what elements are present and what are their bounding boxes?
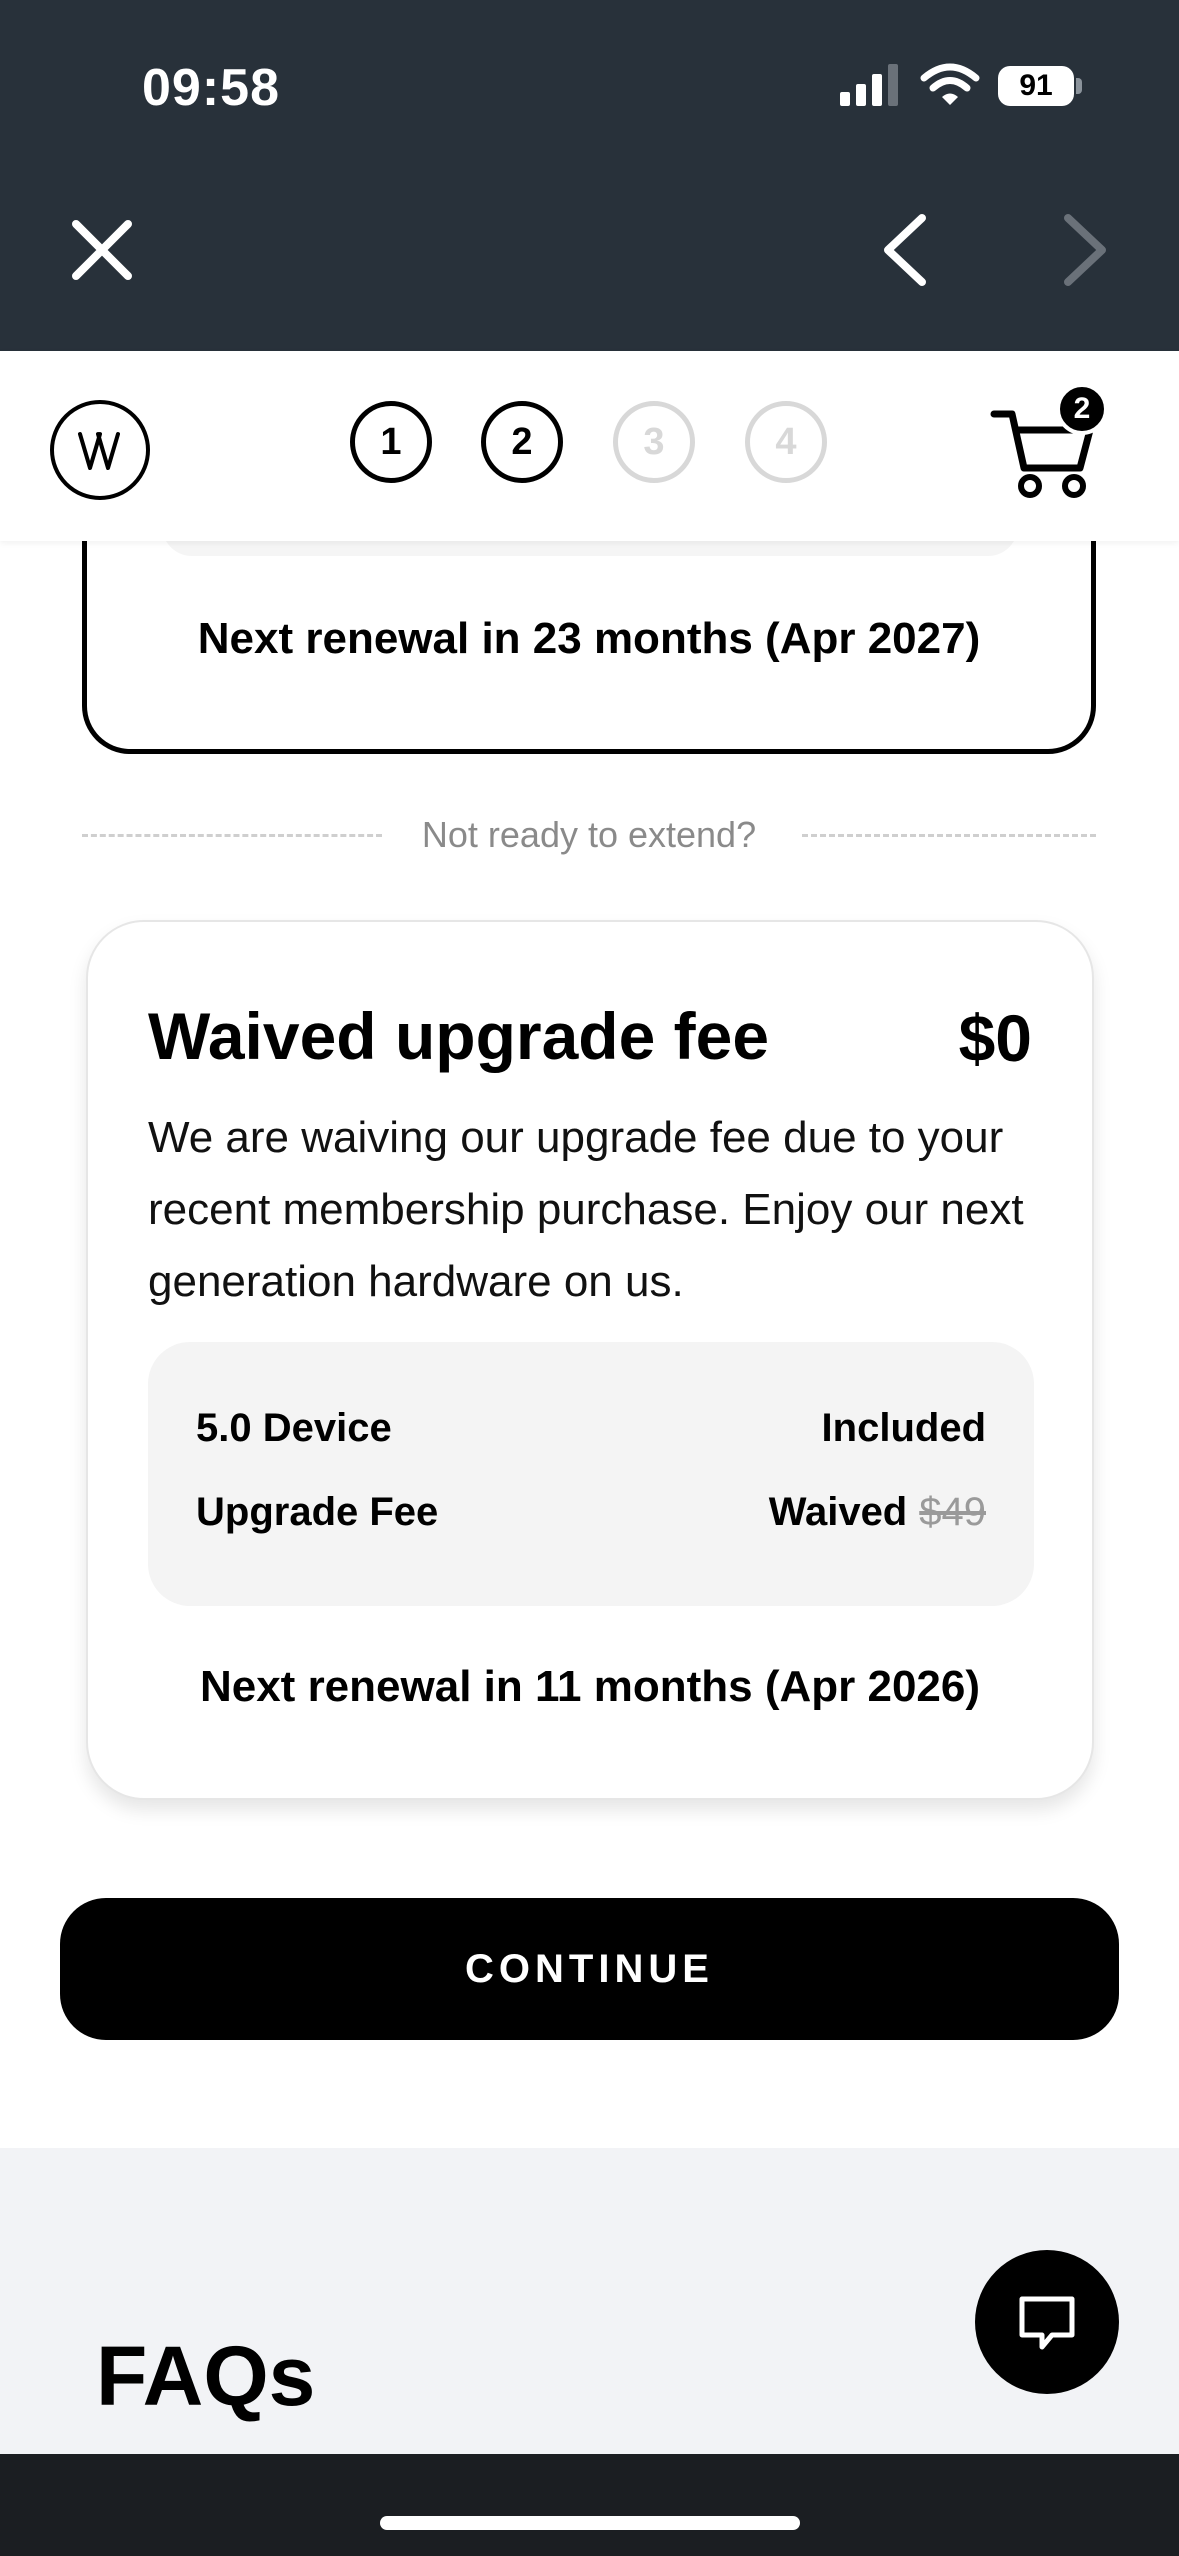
waived-fee-card[interactable]: Waived upgrade fee $0 We are waiving our…: [86, 920, 1094, 1800]
continue-button[interactable]: CONTINUE: [60, 1898, 1119, 2040]
step-3[interactable]: 3: [613, 401, 695, 483]
offer-title: Waived upgrade fee: [148, 999, 770, 1073]
step-2[interactable]: 2: [481, 401, 563, 483]
checkout-header: 1 2 3 4 2: [0, 351, 1179, 541]
whoop-logo-icon[interactable]: [50, 400, 150, 500]
chat-icon: [1019, 2296, 1075, 2350]
signal-icon: [840, 64, 898, 106]
offer-details: 5.0 Device Included Upgrade Fee Waived $4…: [148, 1342, 1034, 1606]
detail-value: Included: [821, 1406, 986, 1450]
offer-renewal: Next renewal in 11 months (Apr 2026): [199, 1662, 981, 1711]
close-icon[interactable]: [64, 212, 140, 288]
cart-count-badge: 2: [1056, 383, 1108, 435]
bottom-bar: [0, 2454, 1179, 2556]
detail-label: Upgrade Fee: [196, 1490, 439, 1534]
detail-label: 5.0 Device: [196, 1406, 392, 1450]
detail-row-device: 5.0 Device Included: [196, 1406, 986, 1456]
wifi-icon: [920, 63, 980, 105]
browser-toolbar: 09:58 91: [0, 0, 1179, 351]
chevron-right-icon[interactable]: [1050, 208, 1120, 292]
home-indicator[interactable]: [380, 2516, 800, 2530]
detail-value-group: Waived $49: [769, 1490, 986, 1535]
faq-title: FAQs: [96, 2329, 316, 2423]
section-divider: Not ready to extend?: [82, 810, 1096, 860]
extend-plan-renewal: Next renewal in 23 months (Apr 2027): [197, 614, 981, 663]
chevron-left-icon[interactable]: [870, 208, 940, 292]
offer-price: $0: [958, 1001, 1032, 1075]
original-price: $49: [919, 1490, 986, 1534]
chat-button[interactable]: [975, 2250, 1119, 2394]
logo-mark: [78, 432, 120, 470]
divider-line-right: [802, 834, 1096, 837]
step-4[interactable]: 4: [745, 401, 827, 483]
detail-row-upgrade-fee: Upgrade Fee Waived $49: [196, 1490, 986, 1540]
status-icons: 91: [840, 62, 1082, 112]
battery-indicator: 91: [998, 66, 1074, 106]
detail-value: Waived: [768, 1490, 908, 1534]
step-1[interactable]: 1: [350, 401, 432, 483]
battery-tip: [1076, 78, 1082, 94]
status-time: 09:58: [142, 59, 280, 117]
offer-description: We are waiving our upgrade fee due to yo…: [148, 1113, 1024, 1306]
